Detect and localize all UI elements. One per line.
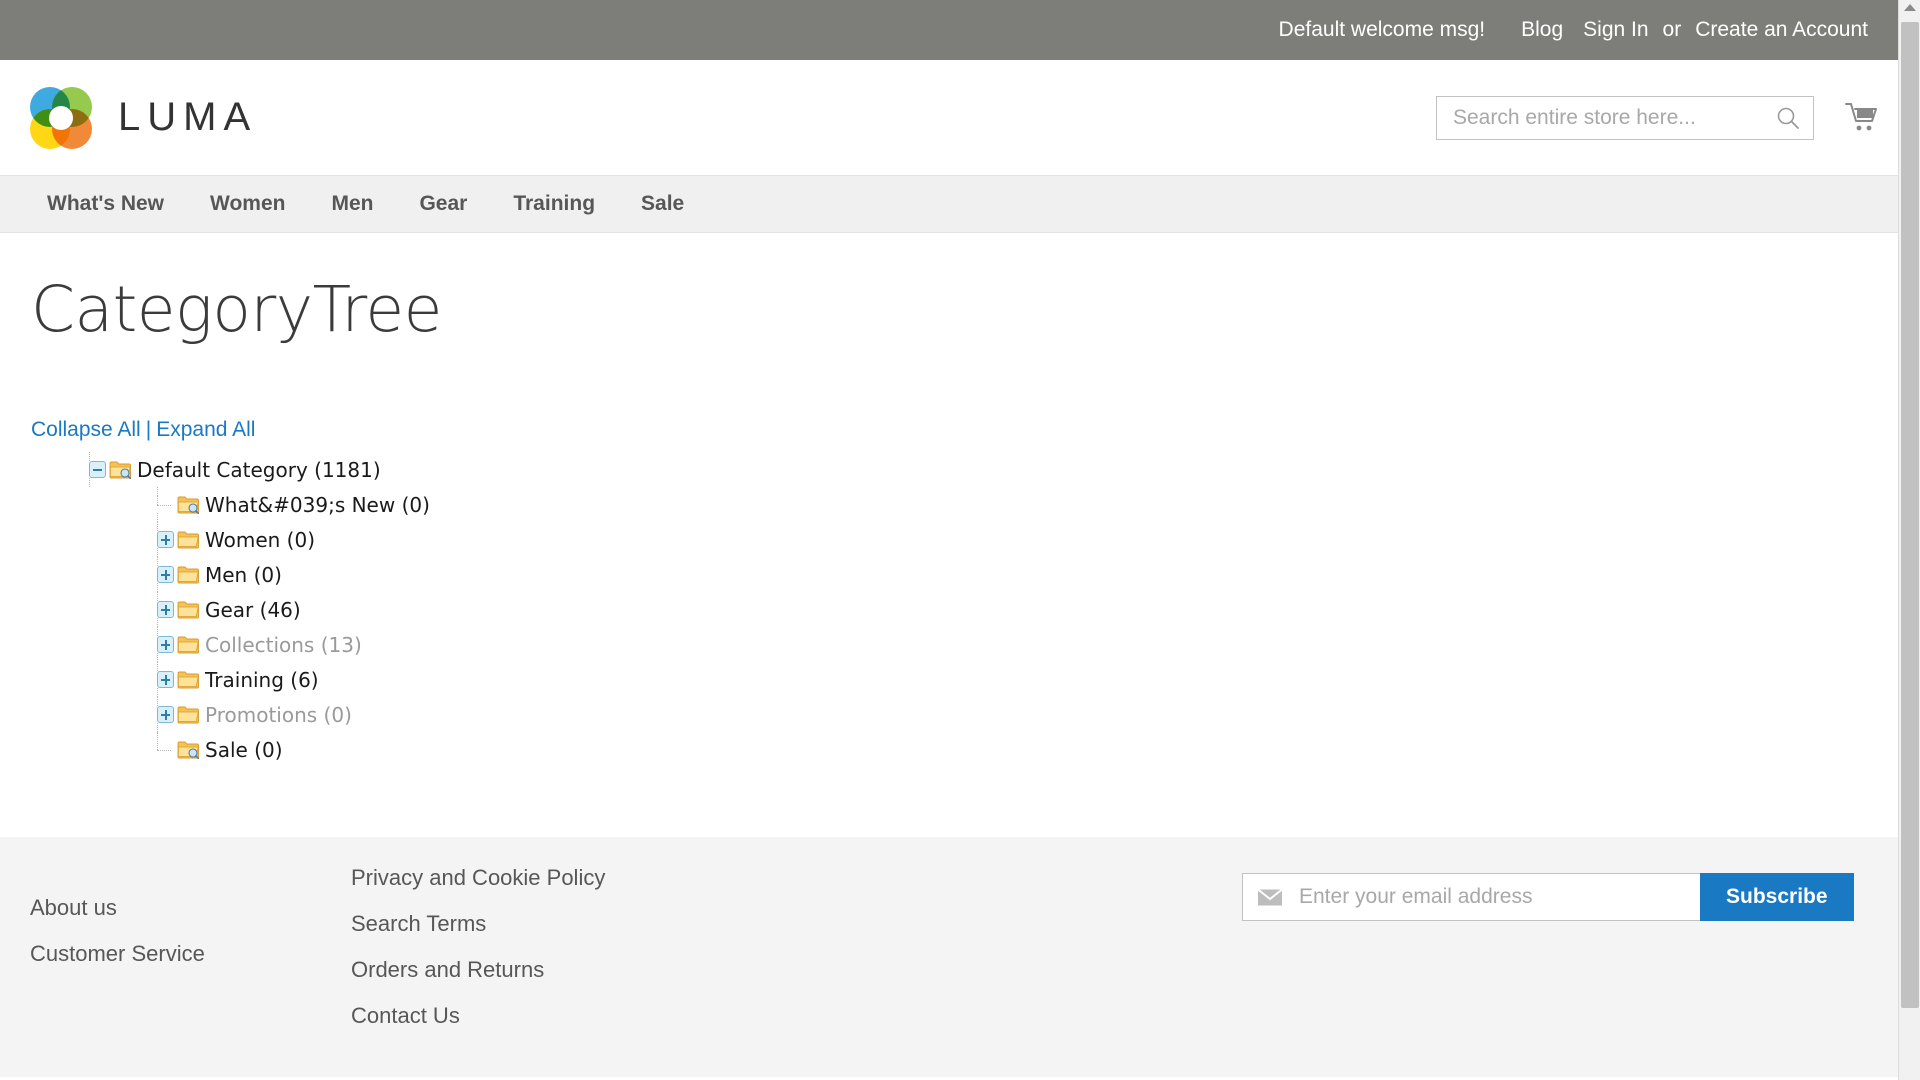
tree-node-label[interactable]: Promotions (0) bbox=[205, 703, 352, 727]
nav-item-men[interactable]: Men bbox=[308, 192, 396, 216]
welcome-message: Default welcome msg! bbox=[1278, 18, 1486, 41]
folder-icon bbox=[177, 635, 199, 654]
folder-icon bbox=[177, 600, 199, 619]
page-scrollbar[interactable] bbox=[1898, 0, 1920, 1080]
site-footer: Subscribe About us Customer Service Priv… bbox=[0, 837, 1920, 1077]
main-content: CategoryTree Collapse All | Expand All D… bbox=[0, 233, 1920, 837]
nav-item-whats-new[interactable]: What's New bbox=[24, 192, 187, 216]
tree-toggle-women[interactable] bbox=[157, 531, 174, 549]
page-root: Default welcome msg! Blog Sign In or Cre… bbox=[0, 0, 1920, 1080]
tree-node-whats-new[interactable]: What&#039;s New (0) bbox=[31, 487, 1920, 523]
tree-toggle-root[interactable] bbox=[89, 461, 106, 479]
folder-icon bbox=[177, 670, 199, 689]
footer-link-orders-and-returns[interactable]: Orders and Returns bbox=[351, 957, 605, 983]
tree-node-sale[interactable]: Sale (0) bbox=[31, 732, 1920, 767]
nav-item-women[interactable]: Women bbox=[187, 192, 308, 216]
logo[interactable]: LUMA bbox=[30, 86, 258, 149]
expand-all-link[interactable]: Expand All bbox=[156, 418, 255, 441]
folder-icon bbox=[177, 565, 199, 584]
nav-item-gear[interactable]: Gear bbox=[396, 192, 490, 216]
tree-node-training[interactable]: Training (6) bbox=[31, 662, 1920, 698]
tree-connector bbox=[31, 592, 1920, 628]
tree-node-label[interactable]: Women (0) bbox=[205, 528, 315, 552]
footer-link-customer-service[interactable]: Customer Service bbox=[30, 941, 205, 967]
footer-link-privacy-policy[interactable]: Privacy and Cookie Policy bbox=[351, 865, 605, 891]
search-icon[interactable] bbox=[1775, 105, 1801, 131]
page-title: CategoryTree bbox=[31, 273, 442, 346]
folder-icon bbox=[177, 530, 199, 549]
controls-separator: | bbox=[145, 418, 152, 442]
search-input[interactable] bbox=[1451, 104, 1775, 131]
folder-icon bbox=[177, 705, 199, 724]
tree-node-label[interactable]: Training (6) bbox=[205, 668, 319, 692]
footer-column-about: About us Customer Service bbox=[30, 895, 205, 987]
tree-node-label[interactable]: Default Category (1181) bbox=[137, 458, 381, 482]
tree-node-men[interactable]: Men (0) bbox=[31, 557, 1920, 593]
tree-toggle-training[interactable] bbox=[157, 671, 174, 689]
sign-in-link[interactable]: Sign In bbox=[1583, 18, 1648, 42]
tree-connector bbox=[31, 732, 1920, 767]
footer-link-search-terms[interactable]: Search Terms bbox=[351, 911, 605, 937]
tree-node-gear[interactable]: Gear (46) bbox=[31, 592, 1920, 628]
tree-connector bbox=[31, 557, 1920, 593]
shopping-cart-icon[interactable] bbox=[1844, 101, 1880, 135]
tree-node-label[interactable]: Collections (13) bbox=[205, 633, 362, 657]
footer-link-about-us[interactable]: About us bbox=[30, 895, 205, 921]
or-separator: or bbox=[1662, 18, 1682, 41]
footer-column-links: Privacy and Cookie Policy Search Terms O… bbox=[351, 865, 605, 1049]
tree-node-label[interactable]: Gear (46) bbox=[205, 598, 301, 622]
main-navigation: What's New Women Men Gear Training Sale bbox=[0, 175, 1920, 233]
tree-toggle-gear[interactable] bbox=[157, 601, 174, 619]
newsletter-signup: Subscribe bbox=[1242, 873, 1854, 921]
tree-node-promotions[interactable]: Promotions (0) bbox=[31, 697, 1920, 733]
newsletter-email-input[interactable] bbox=[1297, 884, 1700, 910]
tree-node-label[interactable]: Men (0) bbox=[205, 563, 282, 587]
folder-search-icon bbox=[177, 495, 200, 515]
tree-toggle-placeholder bbox=[157, 741, 174, 758]
logo-text: LUMA bbox=[118, 95, 258, 139]
nav-item-training[interactable]: Training bbox=[490, 192, 618, 216]
search-box[interactable] bbox=[1436, 95, 1814, 140]
tree-toggle-promotions[interactable] bbox=[157, 706, 174, 724]
header-actions bbox=[1436, 95, 1880, 140]
category-tree: Default Category (1181) What&#039;s New … bbox=[31, 452, 1920, 767]
scrollbar-thumb[interactable] bbox=[1901, 22, 1919, 1008]
tree-node-root[interactable]: Default Category (1181) bbox=[31, 452, 1920, 488]
collapse-all-link[interactable]: Collapse All bbox=[31, 418, 141, 441]
luma-logo-icon bbox=[30, 86, 92, 149]
footer-link-contact-us[interactable]: Contact Us bbox=[351, 1003, 605, 1029]
tree-toggle-collections[interactable] bbox=[157, 636, 174, 654]
top-panel: Default welcome msg! Blog Sign In or Cre… bbox=[0, 0, 1920, 60]
create-account-link[interactable]: Create an Account bbox=[1695, 18, 1868, 42]
blog-link[interactable]: Blog bbox=[1521, 18, 1563, 42]
folder-search-icon bbox=[177, 740, 200, 760]
tree-node-women[interactable]: Women (0) bbox=[31, 522, 1920, 558]
tree-toggle-placeholder bbox=[157, 496, 174, 513]
envelope-icon bbox=[1257, 888, 1283, 907]
nav-item-sale[interactable]: Sale bbox=[618, 192, 707, 216]
tree-node-label[interactable]: Sale (0) bbox=[205, 738, 283, 762]
scroll-up-arrow-icon[interactable] bbox=[1903, 4, 1916, 11]
tree-controls: Collapse All | Expand All bbox=[31, 418, 1920, 442]
tree-node-collections[interactable]: Collections (13) bbox=[31, 627, 1920, 663]
folder-search-icon bbox=[109, 460, 132, 480]
tree-toggle-men[interactable] bbox=[157, 566, 174, 584]
subscribe-button[interactable]: Subscribe bbox=[1700, 873, 1854, 921]
tree-node-label[interactable]: What&#039;s New (0) bbox=[205, 493, 430, 517]
site-header: LUMA bbox=[0, 60, 1920, 175]
newsletter-field[interactable] bbox=[1242, 873, 1700, 921]
